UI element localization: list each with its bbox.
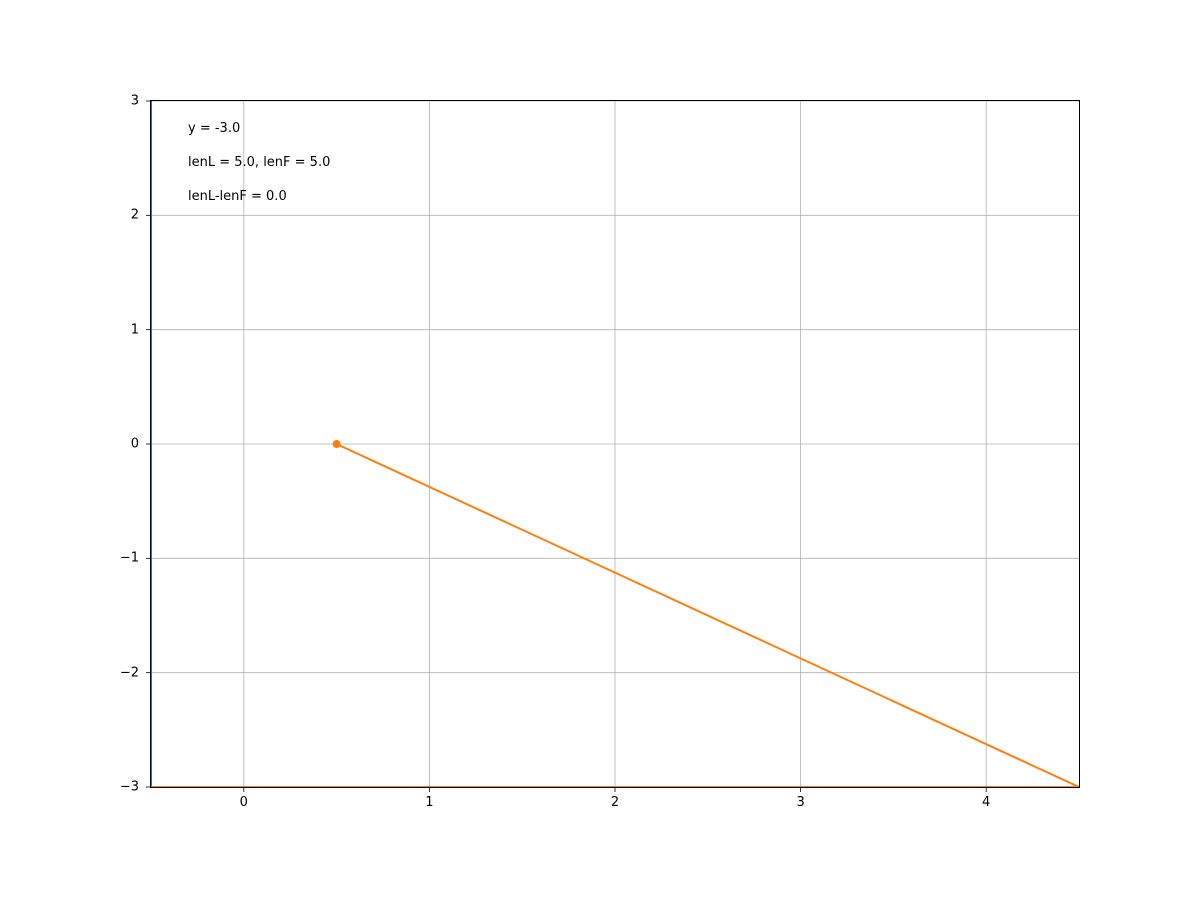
xtick-label: 1: [425, 795, 433, 810]
annotation-len: lenL = 5.0, lenF = 5.0: [188, 155, 330, 170]
annotation-diff: lenL-lenF = 0.0: [188, 189, 287, 204]
ytick-label: 1: [99, 322, 139, 337]
ytick-label: 3: [99, 94, 139, 109]
xtick-label: 4: [982, 795, 990, 810]
ytick-label: −1: [99, 551, 139, 566]
ytick-label: 0: [99, 437, 139, 452]
ytick-label: 2: [99, 208, 139, 223]
ytick-label: −3: [99, 780, 139, 795]
xtick-label: 2: [611, 795, 619, 810]
annotation-y: y = -3.0: [188, 121, 240, 136]
xtick-label: 3: [796, 795, 804, 810]
ytick-label: −2: [99, 665, 139, 680]
axes: 0 1 2 3 4 −3 −2 −1 0 1 2 3 y = -3.0 lenL…: [150, 100, 1080, 788]
figure: 0 1 2 3 4 −3 −2 −1 0 1 2 3 y = -3.0 lenL…: [0, 0, 1200, 900]
xtick-label: 0: [240, 795, 248, 810]
tick-layer: [150, 100, 1080, 788]
